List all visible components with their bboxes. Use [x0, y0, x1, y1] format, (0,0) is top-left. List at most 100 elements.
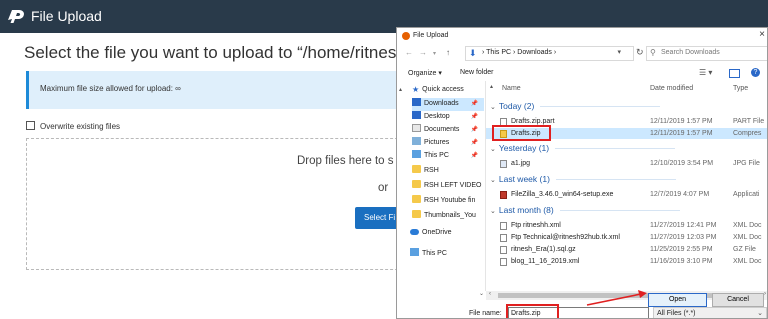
view-options-icon[interactable]: ☰ ▾ [699, 68, 712, 77]
scroll-up-icon[interactable]: ▴ [399, 86, 402, 93]
max-size-text: Maximum file size allowed for upload: ∞ [40, 84, 181, 93]
file-row[interactable]: blog_11_16_2019.xml 11/16/2019 3:10 PM XML… [486, 256, 767, 267]
organize-menu[interactable]: Organize ▾ [408, 69, 442, 77]
address-bar[interactable]: ⬇ › This PC › Downloads › ▾ [465, 46, 634, 61]
help-icon[interactable]: ? [751, 68, 760, 77]
pc-icon [412, 150, 421, 158]
pin-icon[interactable]: 📌 [471, 126, 478, 133]
nav-item-this-pc[interactable]: This PC [410, 248, 482, 261]
group-header-last-month[interactable]: ⌄ Last month (8) [490, 205, 680, 215]
up-arrow-icon[interactable]: ↑ [446, 48, 450, 57]
back-arrow-icon[interactable]: ← [405, 48, 413, 57]
refresh-icon[interactable]: ↻ [636, 47, 644, 58]
navigation-pane: ▴ ★ Quick access Downloads 📌 Desktop 📌 Docu… [397, 81, 486, 291]
upload-heading: Select the file you want to upload to “/… [24, 43, 416, 62]
pc-icon [410, 248, 419, 256]
chevron-down-icon: ⌄ [757, 310, 763, 317]
address-dropdown-icon[interactable]: ▾ [617, 48, 621, 56]
scroll-right-icon[interactable]: › [764, 291, 766, 297]
folder-icon [412, 180, 421, 188]
pictures-icon [412, 137, 421, 145]
chevron-down-icon: ⌄ [490, 104, 496, 111]
drop-zone[interactable]: Drop files here to s or Select Fi [26, 138, 435, 270]
nav-item-rsh-youtube[interactable]: RSH Youtube fin [412, 195, 484, 208]
search-placeholder: Search Downloads [661, 49, 720, 56]
group-header-yesterday[interactable]: ⌄ Yesterday (1) [490, 143, 676, 153]
pin-icon[interactable]: 📌 [471, 113, 478, 120]
folder-icon [412, 165, 421, 173]
group-header-today[interactable]: ⌄ Today (2) [490, 101, 661, 111]
nav-item-pictures[interactable]: Pictures 📌 [412, 137, 484, 150]
sort-chevron-icon[interactable]: ▴ [490, 83, 493, 90]
file-list: ▴ Name Date modified Type ⌄ Today (2) Dra… [486, 81, 767, 291]
xml-file-icon [500, 222, 507, 230]
close-icon[interactable]: × [759, 29, 765, 40]
documents-icon [412, 124, 421, 132]
gz-file-icon [500, 246, 507, 254]
folder-icon [412, 195, 421, 203]
file-name-label: File name: [469, 310, 502, 317]
or-text: or [378, 182, 389, 194]
forward-arrow-icon[interactable]: → [419, 48, 427, 57]
file-row[interactable]: Ftp Technical@ritnesh92hub.tk.xml 11/27/2… [486, 232, 767, 243]
scroll-left-icon[interactable]: ‹ [489, 291, 491, 297]
cancel-button[interactable]: Cancel [712, 293, 764, 307]
search-icon: ⚲ [650, 48, 656, 57]
file-row[interactable]: a1.jpg 12/10/2019 3:54 PM JPG File [486, 158, 767, 169]
recent-chevron-icon[interactable]: ▾ [433, 50, 436, 57]
open-button[interactable]: Open [648, 293, 707, 307]
nav-item-quick-access[interactable]: ★ Quick access [412, 85, 484, 98]
download-icon: ⬇ [469, 48, 477, 58]
column-header-date[interactable]: Date modified [650, 85, 693, 92]
nav-item-rsh[interactable]: RSH [412, 165, 484, 178]
pin-icon[interactable]: 📌 [471, 100, 478, 107]
search-input[interactable]: ⚲ Search Downloads [646, 46, 767, 61]
nav-item-documents[interactable]: Documents 📌 [412, 124, 484, 137]
chevron-down-icon: ⌄ [490, 177, 496, 184]
nav-item-thumbnails[interactable]: Thumbnails_You [412, 210, 484, 223]
nav-item-desktop[interactable]: Desktop 📌 [412, 111, 484, 124]
page-title: File Upload [31, 8, 102, 24]
nav-item-onedrive[interactable]: OneDrive [410, 229, 482, 242]
overwrite-checkbox-row[interactable]: Overwrite existing files [26, 121, 120, 131]
file-type-filter[interactable]: All Files (*.*) ⌄ [653, 307, 767, 318]
column-header-type[interactable]: Type [733, 85, 748, 92]
column-header-name[interactable]: Name [502, 85, 521, 92]
group-header-last-week[interactable]: ⌄ Last week (1) [490, 174, 676, 184]
pin-icon[interactable]: 📌 [471, 139, 478, 146]
pin-icon[interactable]: 📌 [471, 152, 478, 159]
new-folder-button[interactable]: New folder [460, 69, 493, 76]
nav-item-rsh-left-video[interactable]: RSH LEFT VIDEO [412, 180, 484, 193]
file-row[interactable]: ritnesh_Era(1).sql.gz 11/25/2019 2:55 PM G… [486, 244, 767, 255]
max-size-alert: Maximum file size allowed for upload: ∞ [26, 71, 429, 109]
firefox-icon [402, 32, 410, 40]
desktop-icon [412, 111, 421, 119]
highlight-box-filename [506, 304, 559, 318]
address-path[interactable]: › This PC › Downloads › [482, 49, 556, 56]
file-upload-dialog: File Upload × ← → ▾ ↑ ⬇ › This PC › Down… [396, 27, 768, 319]
drop-zone-text: Drop files here to s [297, 155, 394, 167]
dialog-toolbar: Organize ▾ New folder ☰ ▾ ? [397, 65, 767, 81]
dialog-title: File Upload [413, 32, 449, 39]
preview-pane-icon[interactable] [729, 69, 740, 78]
file-row[interactable]: FileZilla_3.46.0_win64-setup.exe 12/7/201… [486, 189, 767, 200]
image-file-icon [500, 160, 507, 168]
file-row[interactable]: Ftp ritneshh.xml 11/27/2019 12:41 PM XML D… [486, 220, 767, 231]
download-folder-icon [412, 98, 421, 106]
overwrite-checkbox[interactable] [26, 121, 35, 130]
star-icon: ★ [412, 85, 420, 94]
xml-file-icon [500, 258, 507, 266]
dialog-titlebar[interactable]: File Upload × [397, 28, 767, 43]
annotation-arrow-icon [586, 290, 647, 306]
folder-icon [412, 210, 421, 218]
chevron-down-icon: ⌄ [490, 208, 496, 215]
file-type-filter-value: All Files (*.*) [657, 310, 696, 317]
nav-item-this-pc-quick[interactable]: This PC 📌 [412, 150, 484, 163]
chevron-down-icon: ⌄ [490, 146, 496, 153]
xml-file-icon [500, 234, 507, 242]
cpanel-logo-icon[interactable] [6, 6, 28, 26]
scroll-down-icon[interactable]: ⌄ [479, 290, 484, 297]
nav-item-downloads[interactable]: Downloads 📌 [412, 98, 484, 111]
highlight-box-drafts [492, 125, 551, 141]
address-bar-row: ← → ▾ ↑ ⬇ › This PC › Downloads › ▾ ↻ ⚲ … [397, 45, 767, 63]
